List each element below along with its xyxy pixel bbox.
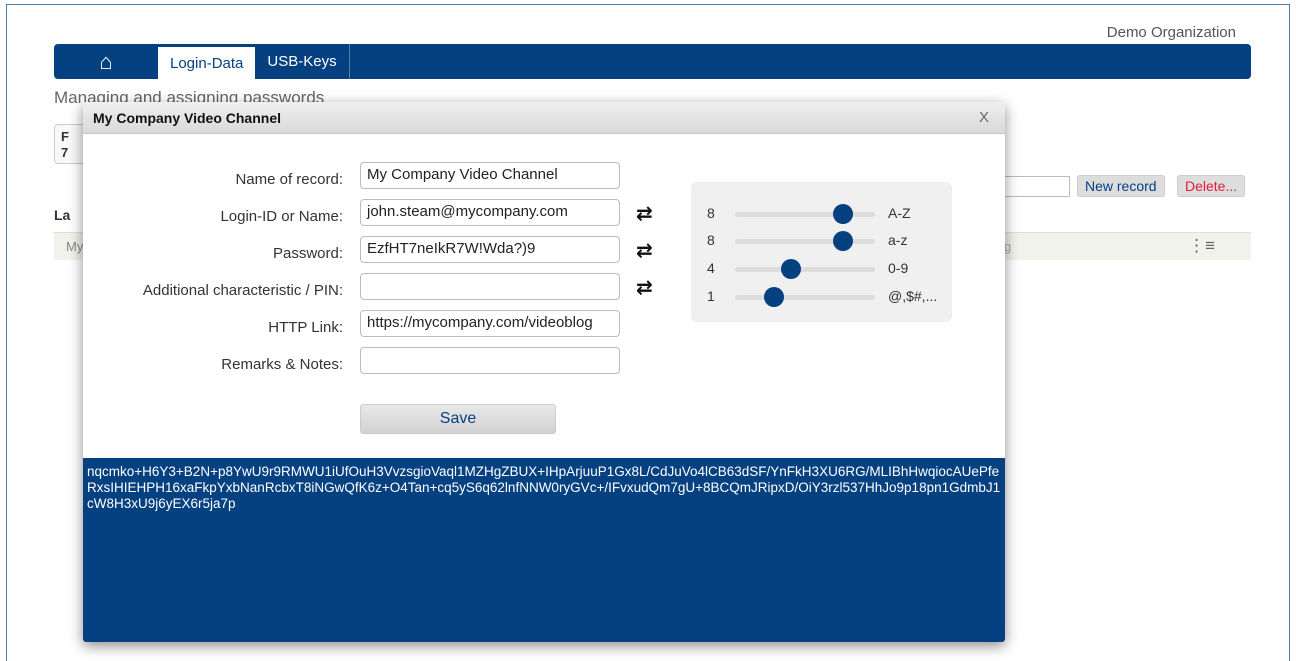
slider-class-label: A-Z <box>888 205 911 221</box>
password-label: Password: <box>272 245 343 262</box>
slider-lowercase: 8 a-z <box>691 227 952 255</box>
remarks-label: Remarks & Notes: <box>221 356 343 373</box>
slider-class-label: a-z <box>888 232 908 248</box>
home-icon[interactable]: ⌂ <box>54 44 158 79</box>
pin-field[interactable] <box>360 273 620 300</box>
tab-usb-keys[interactable]: USB-Keys <box>255 44 350 79</box>
search-input[interactable] <box>1000 176 1070 197</box>
summary-card-text: F 7 <box>61 129 69 160</box>
delete-button[interactable]: Delete... <box>1177 175 1246 197</box>
shuffle-icon[interactable]: ⇄ <box>636 238 653 263</box>
organization-name: Demo Organization <box>1106 24 1236 41</box>
slider-track[interactable] <box>735 287 875 307</box>
list-header: La <box>54 207 71 223</box>
slider-count: 8 <box>707 232 715 248</box>
new-record-button[interactable]: New record <box>1077 175 1165 197</box>
top-navigation: ⌂ Login-Data USB-Keys <box>54 44 1251 79</box>
slider-class-label: 0-9 <box>888 260 909 276</box>
login-id-label: Login-ID or Name: <box>220 208 343 225</box>
dialog-header: My Company Video Channel X <box>83 102 1005 134</box>
row-name: My <box>66 239 84 254</box>
pin-label: Additional characteristic / PIN: <box>142 282 343 299</box>
generated-key-output: nqcmko+H6Y3+B2N+p8YwU9r9RMWU1iUfOuH3Vvzs… <box>83 458 1005 642</box>
slider-count: 8 <box>707 205 715 221</box>
slider-handle[interactable] <box>832 231 853 251</box>
slider-track[interactable] <box>735 259 875 279</box>
password-field[interactable]: EzfHT7neIkR7W!Wda?)9 <box>360 236 620 263</box>
slider-handle[interactable] <box>832 204 853 224</box>
slider-special: 1 @,$#,... <box>691 283 952 311</box>
slider-handle[interactable] <box>764 287 785 307</box>
list-menu-icon[interactable]: ⋮≡ <box>1188 236 1215 256</box>
slider-count: 4 <box>707 260 715 276</box>
dialog-title: My Company Video Channel <box>93 110 281 126</box>
shuffle-icon[interactable]: ⇄ <box>636 201 653 226</box>
tab-login-data[interactable]: Login-Data <box>158 47 256 79</box>
http-link-label: HTTP Link: <box>268 319 343 336</box>
shuffle-icon[interactable]: ⇄ <box>636 275 653 300</box>
password-generator-settings: 8 A-Z 8 a-z 4 0-9 1 @,$#,... <box>691 182 952 322</box>
login-id-field[interactable]: john.steam@mycompany.com <box>360 199 620 226</box>
slider-uppercase: 8 A-Z <box>691 200 952 228</box>
close-icon[interactable]: X <box>979 109 989 126</box>
remarks-field[interactable] <box>360 347 620 374</box>
http-link-field[interactable]: https://mycompany.com/videoblog <box>360 310 620 337</box>
slider-class-label: @,$#,... <box>888 288 938 304</box>
slider-count: 1 <box>707 288 715 304</box>
slider-handle[interactable] <box>781 259 801 279</box>
slider-track[interactable] <box>735 204 875 224</box>
save-button[interactable]: Save <box>360 404 556 434</box>
name-of-record-field[interactable]: My Company Video Channel <box>360 162 620 189</box>
slider-track[interactable] <box>735 231 875 251</box>
row-detail: g <box>1004 239 1012 254</box>
edit-record-dialog: My Company Video Channel X Name of recor… <box>83 102 1005 642</box>
slider-digits: 4 0-9 <box>691 255 952 283</box>
name-of-record-label: Name of record: <box>235 171 343 188</box>
